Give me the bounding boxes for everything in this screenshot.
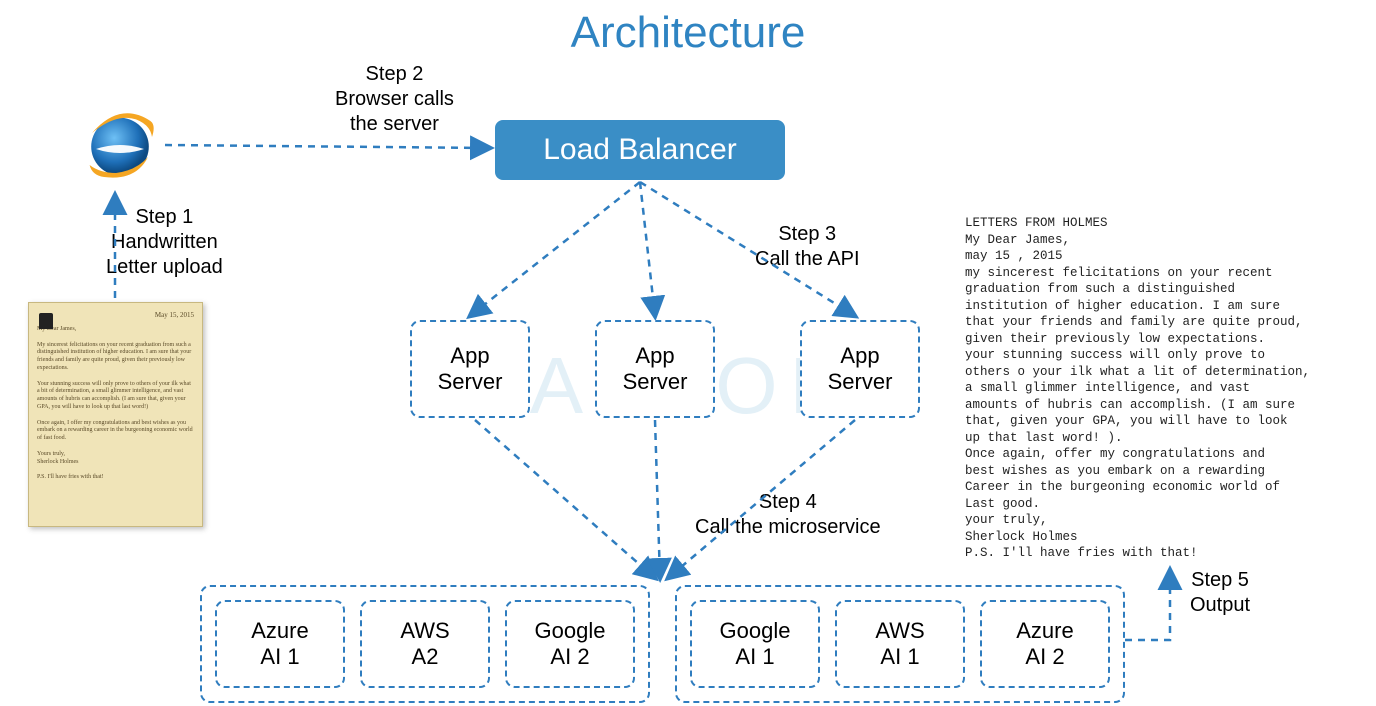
step-4-label: Step 4 Call the microservice — [695, 490, 881, 540]
ms-google-ai-2: Google AI 2 — [505, 600, 635, 688]
app-server-1: App Server — [410, 320, 530, 418]
app-server-3: App Server — [800, 320, 920, 418]
output-letter-text: LETTERS FROM HOLMES My Dear James, may 1… — [965, 215, 1365, 562]
step-3-label: Step 3 Call the API — [755, 222, 860, 272]
ms-azure-ai-1: Azure AI 1 — [215, 600, 345, 688]
step-2-label: Step 2 Browser calls the server — [335, 62, 454, 137]
load-balancer-node: Load Balancer — [495, 120, 785, 180]
ms-aws-ai-1: AWS AI 1 — [835, 600, 965, 688]
ms-aws-a2: AWS A2 — [360, 600, 490, 688]
handwritten-letter-image: May 15, 2015 My Dear James, My sincerest… — [28, 302, 203, 527]
app-server-2: App Server — [595, 320, 715, 418]
ms-google-ai-1: Google AI 1 — [690, 600, 820, 688]
browser-icon — [80, 105, 160, 185]
ms-azure-ai-2: Azure AI 2 — [980, 600, 1110, 688]
step-1-label: Step 1 Handwritten Letter upload — [106, 205, 223, 280]
step-5-label: Step 5 Output — [1190, 568, 1250, 618]
page-title: Architecture — [0, 8, 1376, 58]
